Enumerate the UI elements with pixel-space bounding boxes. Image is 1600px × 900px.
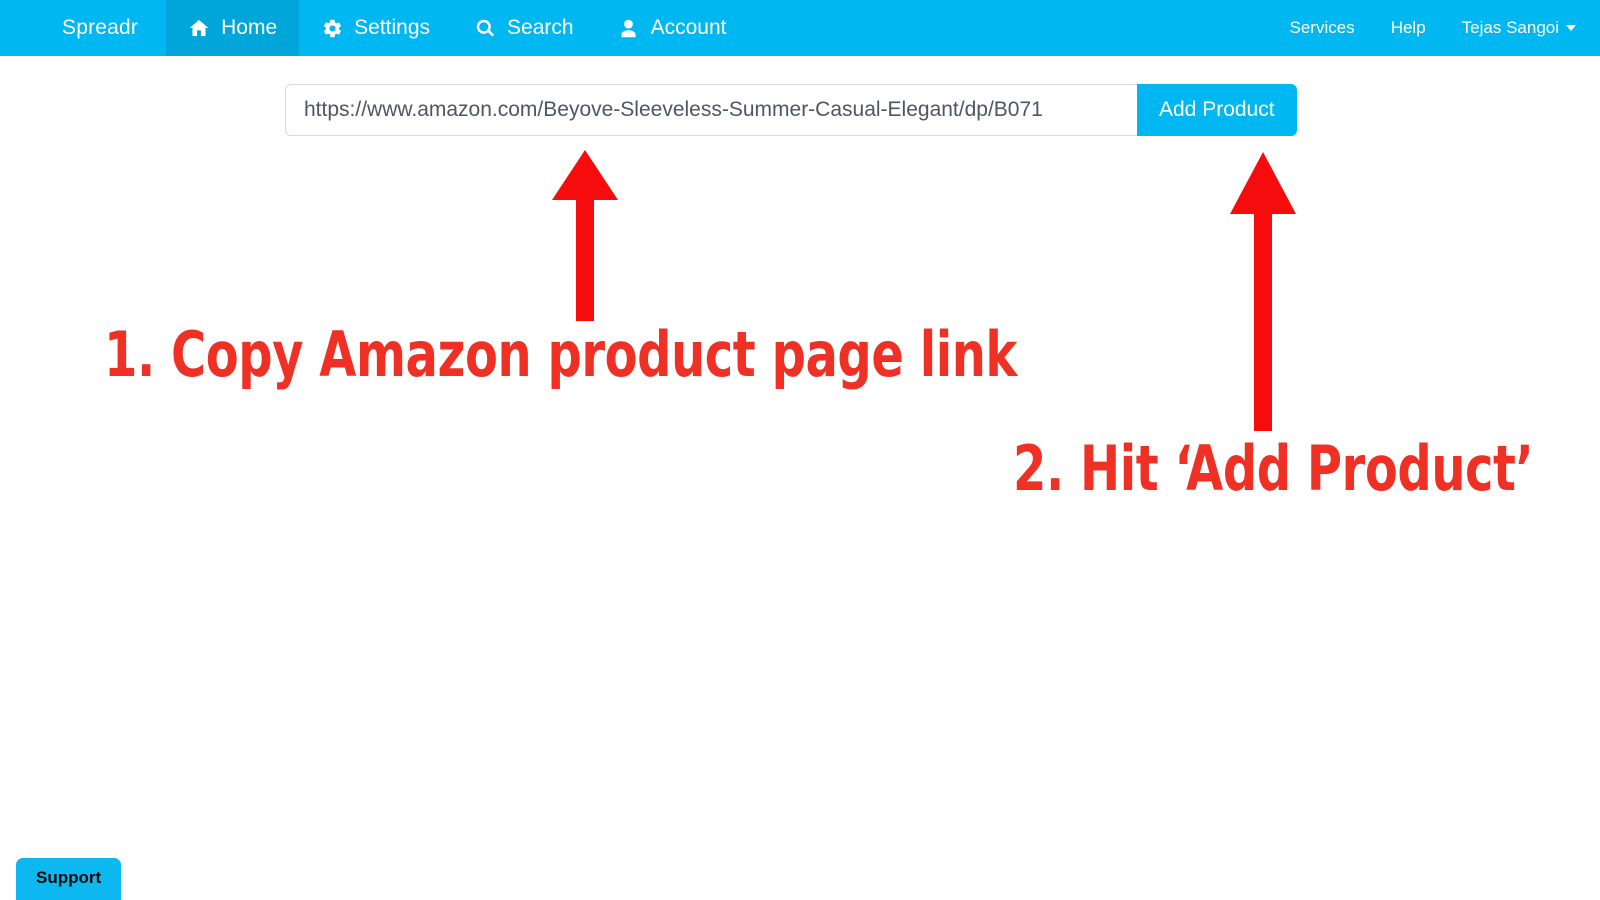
brand-logo[interactable]: Spreadr: [0, 0, 166, 56]
navbar-left-group: Spreadr Home Settings Search Account: [0, 0, 748, 56]
add-product-button[interactable]: Add Product: [1137, 84, 1297, 136]
product-url-input[interactable]: [285, 84, 1137, 136]
nav-link-services[interactable]: Services: [1272, 0, 1373, 56]
step-1-annotation-text: 1. Copy Amazon product page link: [104, 318, 1017, 391]
user-menu-label: Tejas Sangoi: [1461, 18, 1559, 37]
nav-link-help[interactable]: Help: [1373, 0, 1444, 56]
nav-item-settings-label: Settings: [354, 16, 431, 39]
nav-item-search-label: Search: [507, 16, 574, 39]
home-icon: [188, 17, 210, 39]
nav-item-home[interactable]: Home: [166, 0, 300, 56]
person-icon: [618, 17, 640, 39]
top-navbar: Spreadr Home Settings Search Account Ser…: [0, 0, 1600, 56]
search-icon: [474, 17, 496, 39]
step-2-arrow: [1228, 150, 1298, 433]
nav-item-account[interactable]: Account: [596, 0, 749, 56]
nav-item-search[interactable]: Search: [452, 0, 596, 56]
add-product-form: Add Product: [285, 84, 1297, 136]
step-2-annotation-text: 2. Hit ‘Add Product’: [1013, 432, 1534, 505]
chevron-down-icon: [1566, 25, 1576, 31]
up-arrow-icon: [1228, 150, 1298, 433]
nav-item-account-label: Account: [650, 16, 727, 39]
user-menu[interactable]: Tejas Sangoi: [1444, 0, 1582, 56]
gear-icon: [321, 17, 343, 39]
nav-item-settings[interactable]: Settings: [299, 0, 452, 56]
nav-item-home-label: Home: [221, 16, 278, 39]
step-1-arrow: [550, 148, 620, 323]
navbar-right-group: Services Help Tejas Sangoi: [1272, 0, 1600, 56]
up-arrow-icon: [550, 148, 620, 323]
support-button[interactable]: Support: [16, 858, 122, 900]
